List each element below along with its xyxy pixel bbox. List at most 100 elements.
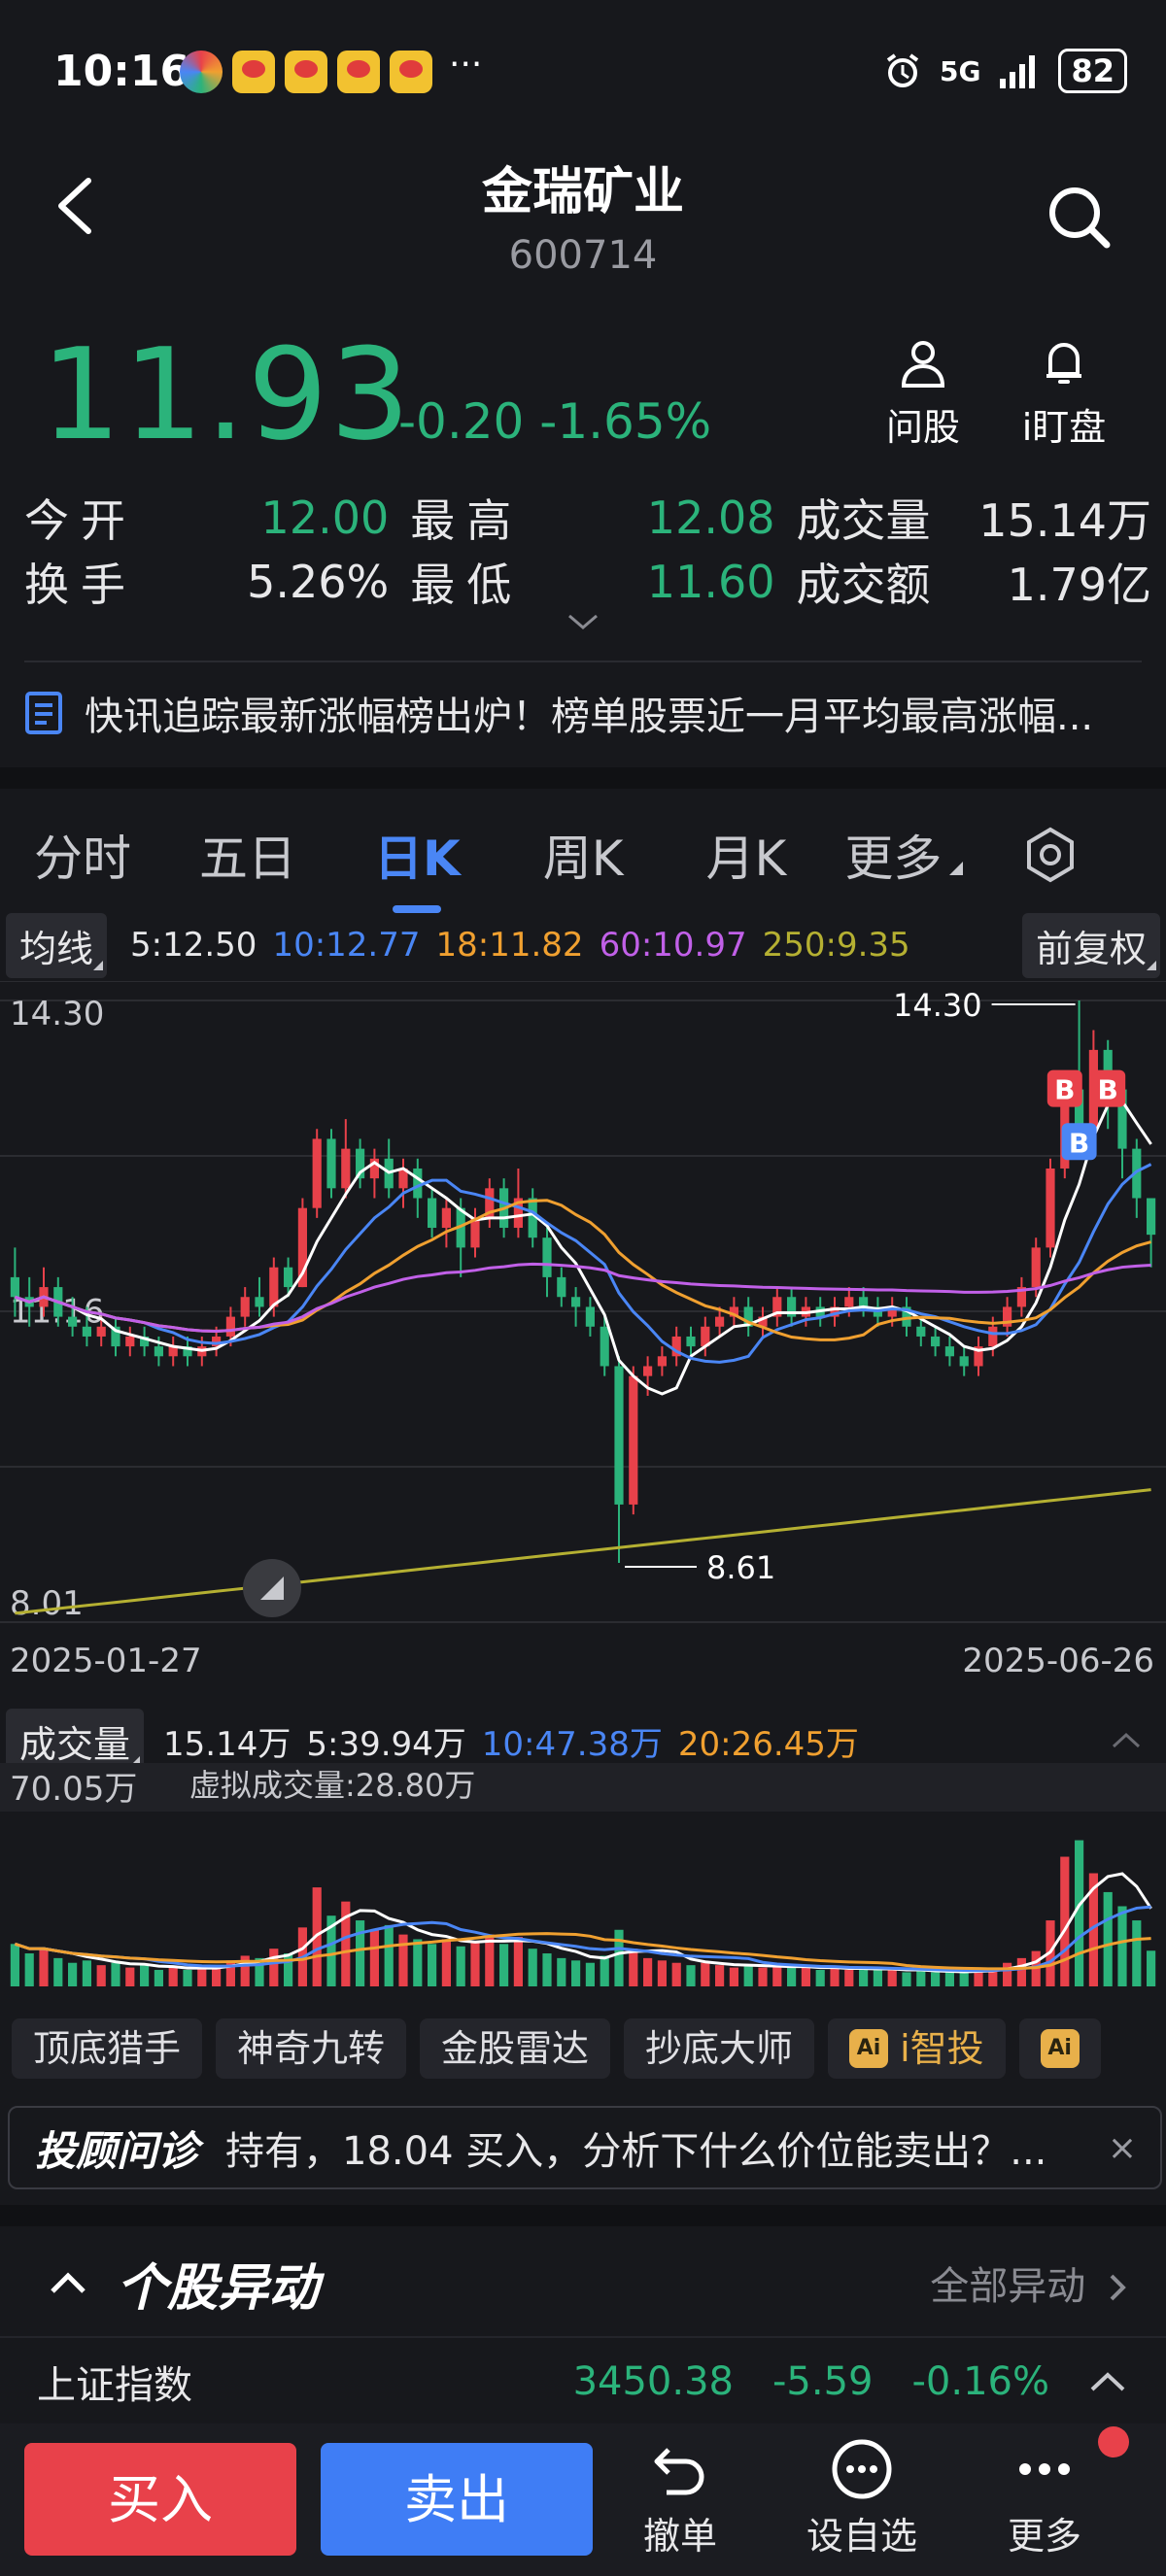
volume-bar [10,1944,19,1986]
volume-bar [384,1924,394,1986]
add-watchlist-button[interactable]: 设自选 [789,2438,935,2559]
tool-top-bottom-hunter[interactable]: 顶底猎手 [12,2018,203,2079]
notification-dot [1098,2426,1129,2457]
volume-bar [959,1972,969,1986]
chevron-right-icon [1110,2274,1126,2301]
volume-bar [96,1965,106,1986]
all-activity-label: 全部异动 [930,2264,1086,2309]
ask-stock-button[interactable]: 问股 [874,335,972,451]
adjust-selector[interactable]: 前复权 [1021,912,1160,978]
news-ticker[interactable]: 快讯追踪最新涨幅榜出炉！榜单股票近一月平均最高涨幅... [24,680,1142,746]
candle-body [686,1336,696,1347]
candle-body [859,1297,869,1307]
tab-more[interactable]: 更多 [844,820,964,890]
volume-chart[interactable]: 70.05万 虚拟成交量:28.80万 [0,1763,1166,1986]
status-bar: 10:16 ··· 5G 82 [0,0,1166,146]
add-watchlist-label: 设自选 [806,2515,917,2558]
candle-body [413,1168,423,1199]
all-activity-link[interactable]: 全部异动 [930,2254,1127,2311]
ma10-value: 10:12.77 [272,926,421,965]
volume-bar [701,1962,710,1986]
tab-daily-k[interactable]: 日K [374,820,461,913]
candle-body [600,1326,609,1367]
volume-bar [1103,1891,1113,1986]
app-icon [180,51,223,93]
index-row[interactable]: 上证指数 3450.38 -5.59 -0.16% [0,2336,1166,2425]
advisor-icon [901,341,945,388]
ma-indicator-bar: 均线 5:12.50 10:12.77 18:11.82 60:10.97 25… [0,911,1166,979]
volume-bar [585,1962,595,1986]
advisor-question: 持有，18.04 买入，分析下什么价位能卖出？... [225,2129,1047,2174]
volume-bar [859,1967,869,1986]
unusual-activity-header: 个股异动 全部异动 [0,2234,1166,2331]
buy-button[interactable]: 买入 [24,2443,296,2556]
candle-body [428,1198,437,1229]
candle-body [944,1346,954,1357]
section-divider [0,2205,1166,2226]
tool-i-invest[interactable]: Ai i智投 [828,2018,1006,2079]
volume-ma10: 10:47.38万 [481,1724,663,1764]
tab-monthly-k[interactable]: 月K [706,820,787,890]
candle-body [557,1276,566,1298]
volume-bar [82,1960,91,1986]
turnover-label: 换手 [24,559,137,611]
tool-bottom-master[interactable]: 抄底大师 [624,2018,815,2079]
volume-bar [356,1920,365,1986]
tool-ai-more[interactable]: Ai [1018,2018,1101,2079]
volume-bar [657,1960,667,1986]
volume-bar [369,1929,379,1986]
low-value: 11.60 [646,556,775,608]
stock-code: 600714 [508,233,658,278]
more-button[interactable]: 更多 [972,2438,1117,2559]
ma-selector[interactable]: 均线 [6,912,108,978]
open-label: 今开 [24,494,137,547]
turnover-value: 5.26% [247,556,390,608]
low-label: 最低 [410,559,524,611]
volume-bar [787,1967,797,1986]
volume-bar [24,1953,34,1986]
open-value: 12.00 [260,491,390,544]
chevron-up-icon[interactable] [1088,2370,1127,2393]
watch-button[interactable]: i盯盘 [1015,335,1113,451]
buy-marker-label: B [1054,1074,1075,1106]
document-icon [25,692,62,734]
candle-body [269,1267,279,1307]
ma18-line [14,1199,1152,1341]
candlestick-chart[interactable]: 14.3011.168.0114.308.61BBB [0,981,1166,1627]
chevron-up-icon[interactable] [49,2270,87,2295]
more-circle-icon [832,2439,892,2499]
more-notifications: ··· [449,45,483,85]
search-icon[interactable] [1045,183,1113,251]
undo-icon [654,2448,704,2495]
stats-row: 换手 5.26% 最低 11.60 成交额 1.79亿 [24,550,1151,614]
tool-magic-nine[interactable]: 神奇九转 [216,2018,407,2079]
chevron-down-icon[interactable] [566,612,600,633]
candle-body [68,1316,78,1327]
tool-gold-radar[interactable]: 金股雷达 [420,2018,611,2079]
volume-bar [715,1965,725,1986]
candle-body [1147,1198,1156,1236]
bell-icon [1046,343,1081,384]
candle-body [284,1267,293,1288]
volume-bar [902,1972,911,1986]
volume-bar [729,1967,738,1986]
advisor-banner[interactable]: 投顾问诊 持有，18.04 买入，分析下什么价位能卖出？... × [8,2106,1162,2189]
volume-bar [686,1965,696,1986]
cancel-order-button[interactable]: 撤单 [607,2438,753,2559]
sell-button[interactable]: 卖出 [321,2443,593,2556]
tab-weekly-k[interactable]: 周K [543,820,624,890]
battery-level: 82 [1058,49,1127,93]
max-price-label: 14.30 [893,987,982,1024]
network-label: 5G [940,54,981,87]
settings-icon[interactable] [1021,826,1080,884]
tab-five-day[interactable]: 五日 [199,820,296,890]
tab-intraday[interactable]: 分时 [34,820,131,890]
volume-bar [441,1939,451,1986]
volume-ma20: 20:26.45万 [677,1724,859,1764]
chevron-up-icon[interactable] [1110,1731,1143,1750]
close-icon[interactable]: × [1108,2128,1137,2168]
candle-body [844,1297,854,1307]
ma250-line [15,1488,1151,1615]
volume-bar [470,1941,480,1986]
index-name: 上证指数 [37,2363,192,2408]
